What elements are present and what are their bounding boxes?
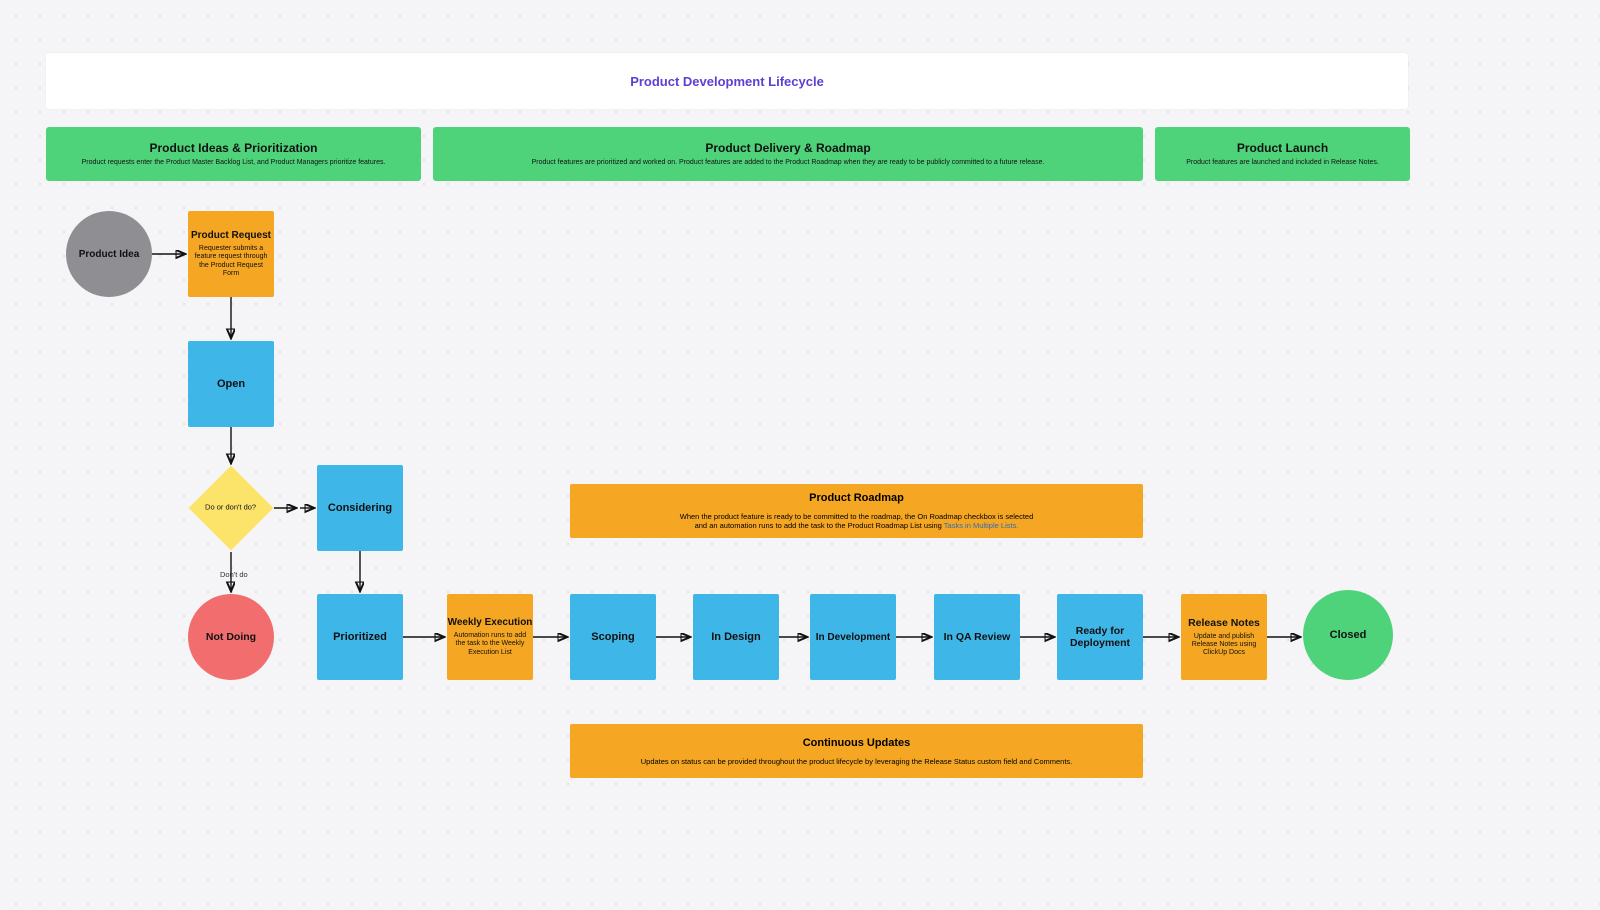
node-ready-for-deployment[interactable]: Ready for Deployment [1057,594,1143,680]
phase-heading: Product Delivery & Roadmap [705,141,870,155]
node-in-development[interactable]: In Development [810,594,896,680]
node-sub: Update and publish Release Notes using C… [1181,633,1267,657]
node-open[interactable]: Open [188,341,274,427]
node-weekly-execution[interactable]: Weekly Execution Automation runs to add … [447,594,533,680]
phase-header-launch[interactable]: Product Launch Product features are laun… [1155,127,1410,181]
node-label: In Development [816,632,890,643]
node-sub: Automation runs to add the task to the W… [447,632,533,656]
phase-sub: Product requests enter the Product Maste… [82,159,386,167]
node-label: Considering [328,502,392,514]
node-label: Open [217,378,245,390]
node-label: Product Idea [79,249,140,260]
node-product-idea[interactable]: Product Idea [66,211,152,297]
node-release-notes[interactable]: Release Notes Update and publish Release… [1181,594,1267,680]
node-product-request[interactable]: Product Request Requester submits a feat… [188,211,274,297]
node-scoping[interactable]: Scoping [570,594,656,680]
node-label: Prioritized [333,631,387,643]
banner-heading: Product Roadmap [809,492,904,504]
phase-heading: Product Launch [1237,141,1328,155]
node-label: Release Notes [1188,617,1260,629]
node-decision[interactable]: Do or don't do? [189,466,274,551]
node-not-doing[interactable]: Not Doing [188,594,274,680]
banner-continuous-updates[interactable]: Continuous Updates Updates on status can… [570,724,1143,778]
node-label: Ready for Deployment [1057,625,1143,649]
node-label: In QA Review [944,631,1011,643]
phase-header-delivery[interactable]: Product Delivery & Roadmap Product featu… [433,127,1143,181]
diagram-title: Product Development Lifecycle [630,74,824,89]
edge-label-dont-do: Don't do [220,570,248,579]
phase-header-ideas[interactable]: Product Ideas & Prioritization Product r… [46,127,421,181]
node-in-design[interactable]: In Design [693,594,779,680]
node-considering[interactable]: Considering [317,465,403,551]
node-label: Do or don't do? [205,504,256,512]
node-prioritized[interactable]: Prioritized [317,594,403,680]
node-label: Closed [1330,629,1367,641]
banner-product-roadmap[interactable]: Product Roadmap When the product feature… [570,484,1143,538]
banner-line: and an automation runs to add the task t… [695,521,944,530]
node-in-qa-review[interactable]: In QA Review [934,594,1020,680]
phase-sub: Product features are prioritized and wor… [532,159,1045,167]
whiteboard-canvas[interactable]: Product Development Lifecycle Product Id… [0,0,1600,910]
banner-sub: Updates on status can be provided throug… [641,757,1073,766]
diagram-title-card[interactable]: Product Development Lifecycle [46,53,1408,109]
phase-sub: Product features are launched and includ… [1186,159,1379,167]
node-label: Weekly Execution [448,617,533,628]
node-label: In Design [711,631,761,643]
node-closed[interactable]: Closed [1303,590,1393,680]
banner-sub: When the product feature is ready to be … [680,512,1034,530]
banner-heading: Continuous Updates [803,737,911,749]
phase-heading: Product Ideas & Prioritization [149,141,317,155]
node-label: Scoping [591,631,634,643]
node-label: Not Doing [206,631,256,643]
banner-line: When the product feature is ready to be … [680,512,1034,521]
node-label: Product Request [191,230,271,241]
node-sub: Requester submits a feature request thro… [188,245,274,277]
banner-link[interactable]: Tasks in Multiple Lists. [944,521,1019,530]
